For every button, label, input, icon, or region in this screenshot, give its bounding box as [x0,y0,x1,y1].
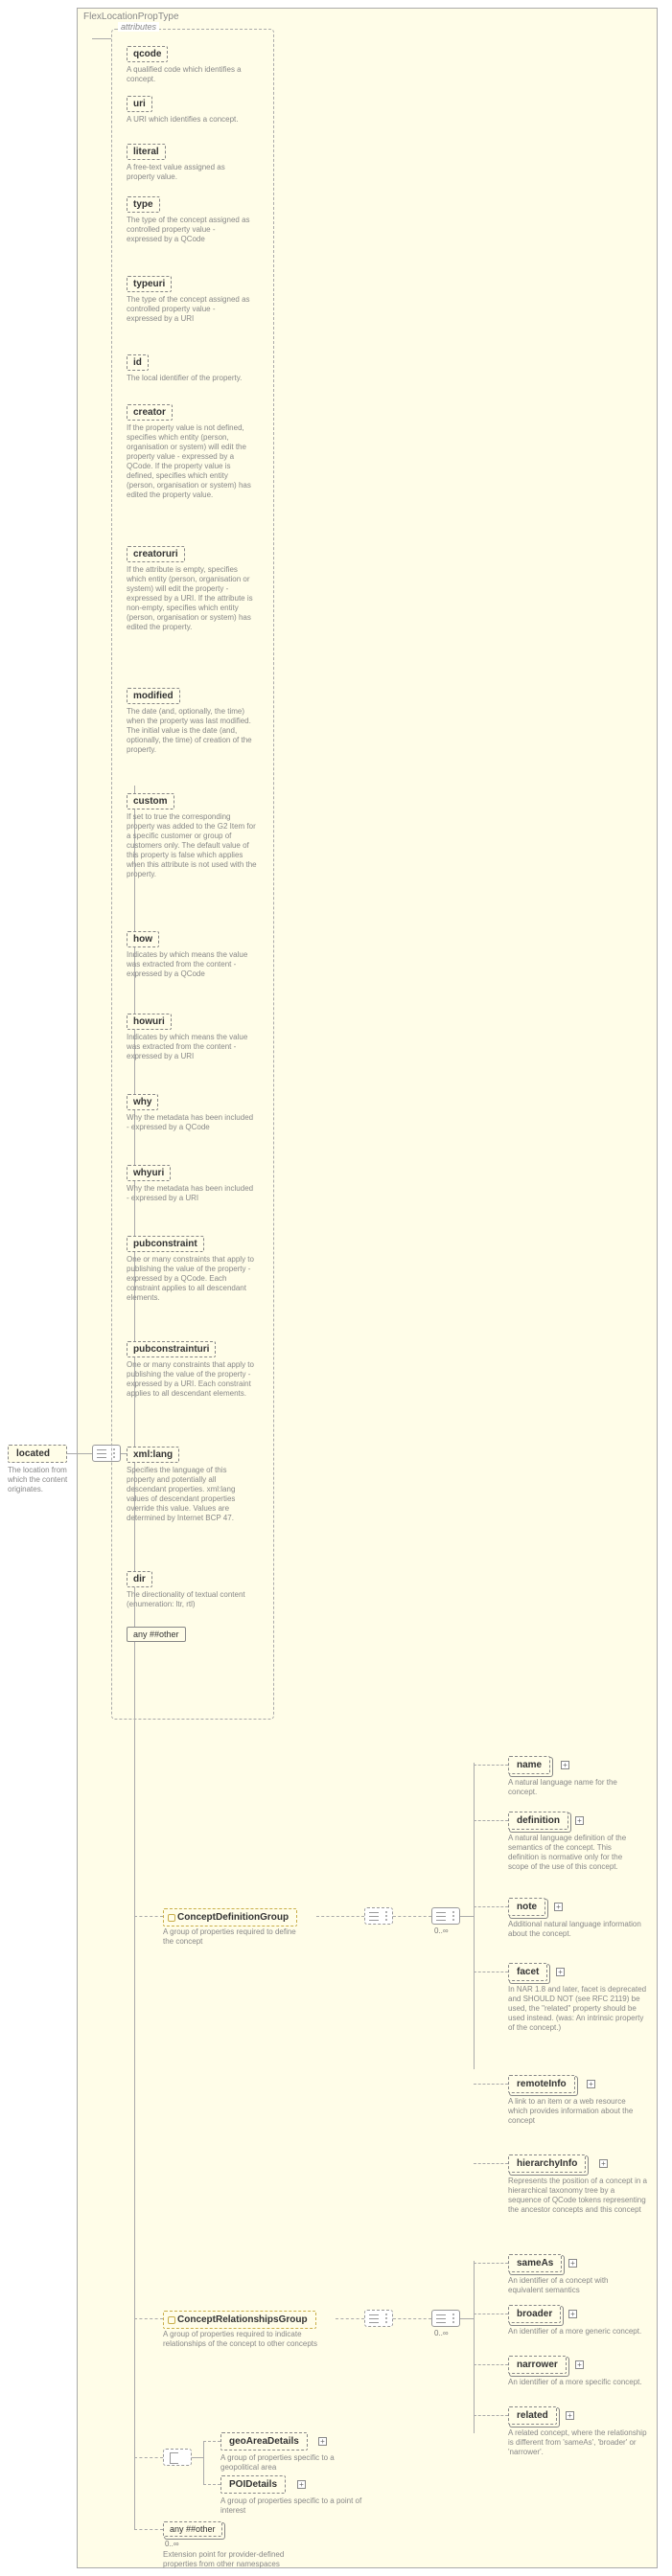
attr-how-desc: Indicates by which means the value was e… [127,950,257,979]
attr-whyuri[interactable]: whyuri [127,1165,171,1181]
attr-why-desc: Why the metadata has been included - exp… [127,1113,257,1132]
elem-hierarchyinfo[interactable]: hierarchyInfo [508,2154,586,2173]
elem-name[interactable]: name [508,1756,550,1774]
attr-how[interactable]: how [127,931,159,947]
elem-geoareadetails[interactable]: geoAreaDetails [220,2432,308,2451]
root-element-label: located [16,1448,50,1459]
attr-modified[interactable]: modified [127,688,180,704]
elem-definition-desc: A natural language definition of the sem… [508,1834,642,1872]
attr-qcode-desc: A qualified code which identifies a conc… [127,65,251,84]
geo-poi-choice[interactable] [163,2449,192,2466]
attr-type[interactable]: type [127,196,160,213]
elem-remoteinfo[interactable]: remoteInfo [508,2075,575,2093]
attr-creator-desc: If the property value is not defined, sp… [127,423,257,500]
attr-xmllang-desc: Specifies the language of this property … [127,1466,257,1523]
attr-id[interactable]: id [127,354,149,371]
elem-poidetails-desc: A group of properties specific to a poin… [220,2496,364,2516]
attributes-frame-label: attributes [118,22,159,32]
attr-typeuri[interactable]: typeuri [127,276,172,292]
group-concept-relationships[interactable]: ConceptRelationshipsGroup [163,2311,316,2329]
attr-whyuri-desc: Why the metadata has been included - exp… [127,1184,257,1203]
elem-note-expand[interactable]: + [554,1903,563,1911]
attr-custom[interactable]: custom [127,793,174,809]
elem-broader-expand[interactable]: + [568,2310,577,2318]
attr-id-desc: The local identifier of the property. [127,374,251,383]
attr-uri-desc: A URI which identifies a concept. [127,115,251,125]
elem-note[interactable]: note [508,1898,545,1916]
attr-dir[interactable]: dir [127,1571,152,1587]
attr-creatoruri-desc: If the attribute is empty, specifies whi… [127,565,257,632]
root-element-located[interactable]: located [8,1445,67,1463]
attr-creatoruri[interactable]: creatoruri [127,546,185,562]
group-concept-definition[interactable]: ConceptDefinitionGroup [163,1908,297,1926]
elem-related[interactable]: related [508,2406,557,2425]
attr-howuri-desc: Indicates by which means the value was e… [127,1033,257,1061]
elem-poidetails[interactable]: POIDetails [220,2475,286,2494]
attr-literal-desc: A free-text value assigned as property v… [127,163,251,182]
elem-any-other-label: any ##other [170,2524,216,2534]
attr-type-desc: The type of the concept assigned as cont… [127,216,251,244]
elem-remoteinfo-desc: A link to an item or a web resource whic… [508,2097,642,2126]
elem-broader[interactable]: broader [508,2305,561,2323]
def-group-mult: 0..∞ [434,1926,449,1935]
attr-howuri[interactable]: howuri [127,1014,172,1030]
attr-xmllang[interactable]: xml:lang [127,1447,179,1463]
rel-group-mult: 0..∞ [434,2329,449,2337]
elem-narrower-desc: An identifier of a more specific concept… [508,2378,642,2387]
attr-any-other[interactable]: any ##other [127,1627,186,1642]
group-concept-relationships-desc: A group of properties required to indica… [163,2330,326,2349]
attr-pubconstraint[interactable]: pubconstraint [127,1236,204,1252]
elem-hierarchyinfo-desc: Represents the position of a concept in … [508,2177,647,2215]
elem-facet-desc: In NAR 1.8 and later, facet is deprecate… [508,1985,647,2033]
attr-dir-desc: The directionality of textual content (e… [127,1590,257,1609]
elem-any-other-desc: Extension point for provider-defined pro… [163,2550,307,2569]
elem-broader-desc: An identifier of a more generic concept. [508,2327,642,2337]
attr-pubconstrainturi[interactable]: pubconstrainturi [127,1341,216,1357]
attr-custom-desc: If set to true the corresponding propert… [127,812,257,879]
elem-facet-expand[interactable]: + [556,1968,565,1976]
elem-poidetails-expand[interactable]: + [297,2480,306,2489]
elem-facet[interactable]: facet [508,1963,547,1981]
elem-name-expand[interactable]: + [561,1761,569,1769]
elem-definition-expand[interactable]: + [575,1816,584,1825]
elem-note-desc: Additional natural language information … [508,1920,642,1939]
def-group-inner-seq[interactable] [431,1907,460,1925]
attr-uri[interactable]: uri [127,96,152,112]
elem-sameas-expand[interactable]: + [568,2259,577,2268]
elem-narrower[interactable]: narrower [508,2356,567,2374]
elem-any-other-mult: 0..∞ [165,2540,179,2548]
root-element-desc: The location from which the content orig… [8,1466,77,1494]
elem-geoareadetails-desc: A group of properties specific to a geop… [220,2453,364,2473]
elem-hierarchyinfo-expand[interactable]: + [599,2159,608,2168]
elem-sameas-desc: An identifier of a concept with equivale… [508,2276,642,2295]
attr-pubconstraint-desc: One or many constraints that apply to pu… [127,1255,257,1303]
elem-narrower-expand[interactable]: + [575,2360,584,2369]
rel-group-sequence[interactable] [364,2310,393,2327]
attr-literal[interactable]: literal [127,144,166,160]
attr-modified-desc: The date (and, optionally, the time) whe… [127,707,257,755]
rel-group-inner-seq[interactable] [431,2310,460,2327]
attr-creator[interactable]: creator [127,404,173,421]
attr-pubconstrainturi-desc: One or many constraints that apply to pu… [127,1360,257,1399]
elem-remoteinfo-expand[interactable]: + [587,2080,595,2088]
elem-name-desc: A natural language name for the concept. [508,1778,642,1797]
elem-related-expand[interactable]: + [566,2411,574,2420]
attr-any-other-label: any ##other [133,1630,179,1639]
elem-definition[interactable]: definition [508,1812,568,1830]
attr-typeuri-desc: The type of the concept assigned as cont… [127,295,251,324]
group-concept-definition-desc: A group of properties required to define… [163,1927,307,1947]
elem-sameas[interactable]: sameAs [508,2254,562,2272]
elem-related-desc: A related concept, where the relationshi… [508,2428,647,2457]
type-label: FlexLocationPropType [83,11,179,22]
attr-qcode[interactable]: qcode [127,46,168,62]
elem-any-other[interactable]: any ##other [163,2521,222,2537]
elem-geoareadetails-expand[interactable]: + [318,2437,327,2446]
def-group-sequence[interactable] [364,1907,393,1925]
attr-why[interactable]: why [127,1094,158,1110]
